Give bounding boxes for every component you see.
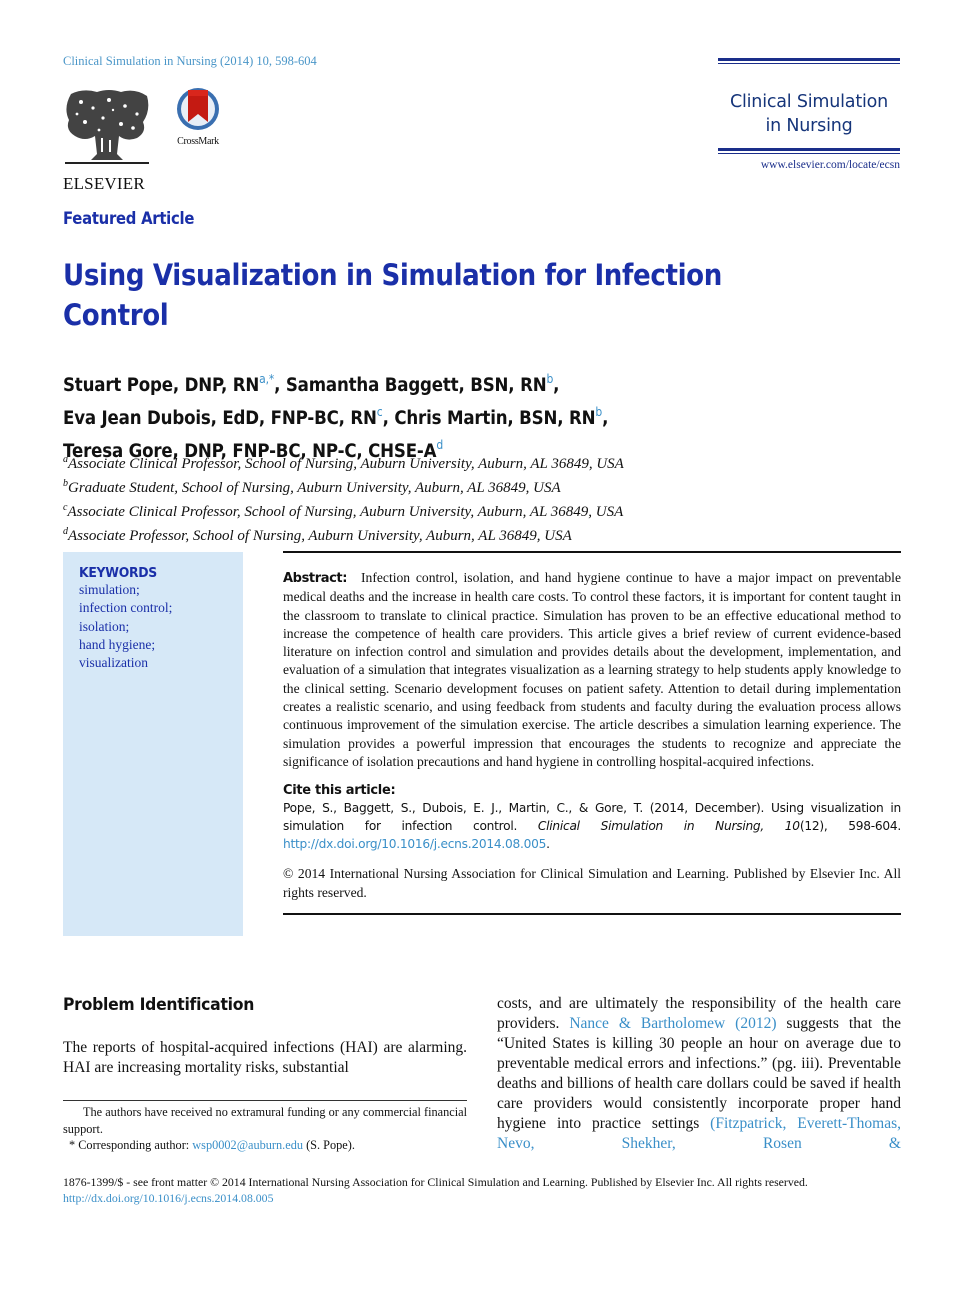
affiliation-list: aAssociate Clinical Professor, School of…: [63, 450, 624, 546]
masthead-title-line1: Clinical Simulation: [729, 92, 889, 112]
corresponding-author-footnote: * Corresponding author: wsp0002@auburn.e…: [63, 1137, 467, 1154]
affiliation-item: bGraduate Student, School of Nursing, Au…: [63, 474, 624, 498]
elsevier-wordmark: ELSEVIER: [63, 174, 145, 193]
author-affiliation-link[interactable]: b: [595, 405, 602, 419]
author-name: Samantha Baggett, BSN, RN: [285, 375, 547, 396]
citation-doi-link[interactable]: http://dx.doi.org/10.1016/j.ecns.2014.08…: [283, 837, 546, 851]
author-affiliation-link[interactable]: b: [546, 372, 553, 386]
masthead-title: Clinical Simulation in Nursing: [718, 90, 900, 138]
article-category: Featured Article: [63, 209, 195, 228]
footnote-rule: [63, 1100, 467, 1101]
issn-line: 1876-1399/$ - see front matter © 2014 In…: [63, 1175, 808, 1189]
author-affiliation-link[interactable]: a,*: [259, 372, 274, 386]
keyword-item: hand hygiene;: [79, 636, 156, 652]
citation-end: .: [546, 837, 550, 852]
author-separator: ,: [382, 408, 395, 429]
masthead-rule-bottom: [718, 148, 900, 151]
footnotes: The authors have received no extramural …: [63, 1104, 467, 1154]
masthead-rule-bottom-thin: [718, 153, 900, 154]
crossmark-badge[interactable]: CrossMark: [170, 86, 226, 147]
affiliation-item: dAssociate Professor, School of Nursing,…: [63, 522, 624, 546]
author-name: Chris Martin, BSN, RN: [394, 408, 596, 429]
article-title: Using Visualization in Simulation for In…: [63, 258, 722, 332]
abstract-section: Abstract: Infection control, isolation, a…: [283, 551, 901, 915]
journal-masthead: Clinical Simulation in Nursing www.elsev…: [718, 58, 900, 171]
journal-url-link[interactable]: www.elsevier.com/locate/ecsn: [718, 159, 900, 171]
keyword-item: isolation;: [79, 618, 130, 634]
keyword-item: simulation;: [79, 582, 140, 597]
author-separator: ,: [274, 375, 286, 396]
corresponding-suffix: (S. Pope).: [303, 1138, 355, 1152]
keywords-heading: KEYWORDS: [79, 565, 157, 581]
funding-footnote: The authors have received no extramural …: [63, 1105, 467, 1136]
author-email-link[interactable]: wsp0002@auburn.edu: [192, 1138, 303, 1152]
citation-journal: Clinical Simulation in Nursing, 10: [537, 819, 800, 834]
author-separator: ,: [553, 375, 560, 396]
cite-heading: Cite this article:: [283, 783, 396, 799]
author-separator: ,: [602, 408, 609, 429]
affiliation-item: cAssociate Clinical Professor, School of…: [63, 498, 624, 522]
elsevier-logo: ELSEVIER: [63, 88, 155, 193]
crossmark-label: CrossMark: [177, 136, 219, 147]
abstract-paragraph: Abstract: Infection control, isolation, a…: [283, 569, 901, 771]
body-left-paragraph: The reports of hospital-acquired infecti…: [63, 1039, 467, 1076]
abstract-copyright: © 2014 International Nursing Association…: [283, 866, 901, 900]
crossmark-icon: [177, 88, 219, 130]
elsevier-tree-icon: [65, 90, 149, 164]
abstract-text: Infection control, isolation, and hand h…: [283, 570, 901, 769]
abstract-bottom-rule: [283, 912, 901, 915]
abstract-label: Abstract:: [283, 571, 348, 586]
author-name: Eva Jean Dubois, EdD, FNP-BC, RN: [63, 408, 377, 429]
keywords-panel: KEYWORDS simulation; infection control; …: [63, 552, 243, 936]
citation-text: Pope, S., Baggett, S., Dubois, E. J., Ma…: [283, 799, 901, 853]
reference-link-nance[interactable]: Nance & Bartholomew (2012): [569, 1015, 776, 1032]
page-footer: 1876-1399/$ - see front matter © 2014 In…: [63, 1174, 903, 1206]
footer-doi-link[interactable]: http://dx.doi.org/10.1016/j.ecns.2014.08…: [63, 1190, 903, 1206]
corresponding-prefix: * Corresponding author:: [69, 1138, 193, 1152]
affiliation-text: Associate Clinical Professor, School of …: [67, 504, 624, 520]
journal-reference-link[interactable]: Clinical Simulation in Nursing (2014) 10…: [63, 54, 317, 69]
body-right-paragraph: costs, and are ultimately the responsibi…: [497, 994, 901, 1154]
abstract-top-rule: [283, 551, 901, 553]
masthead-rule-top-thin: [718, 63, 900, 64]
section-heading: Problem Identification: [63, 995, 255, 1015]
keyword-item: visualization: [79, 655, 148, 671]
affiliation-item: aAssociate Clinical Professor, School of…: [63, 450, 624, 474]
masthead-rule-top: [718, 58, 900, 61]
affiliation-text: Associate Clinical Professor, School of …: [68, 456, 624, 472]
author-name: Stuart Pope, DNP, RN: [63, 375, 260, 396]
affiliation-text: Associate Professor, School of Nursing, …: [68, 528, 572, 544]
masthead-title-line2: in Nursing: [765, 116, 853, 136]
keyword-item: infection control;: [79, 600, 173, 616]
affiliation-text: Graduate Student, School of Nursing, Aub…: [68, 480, 561, 496]
citation-issue-pages: (12), 598-604.: [799, 819, 902, 834]
